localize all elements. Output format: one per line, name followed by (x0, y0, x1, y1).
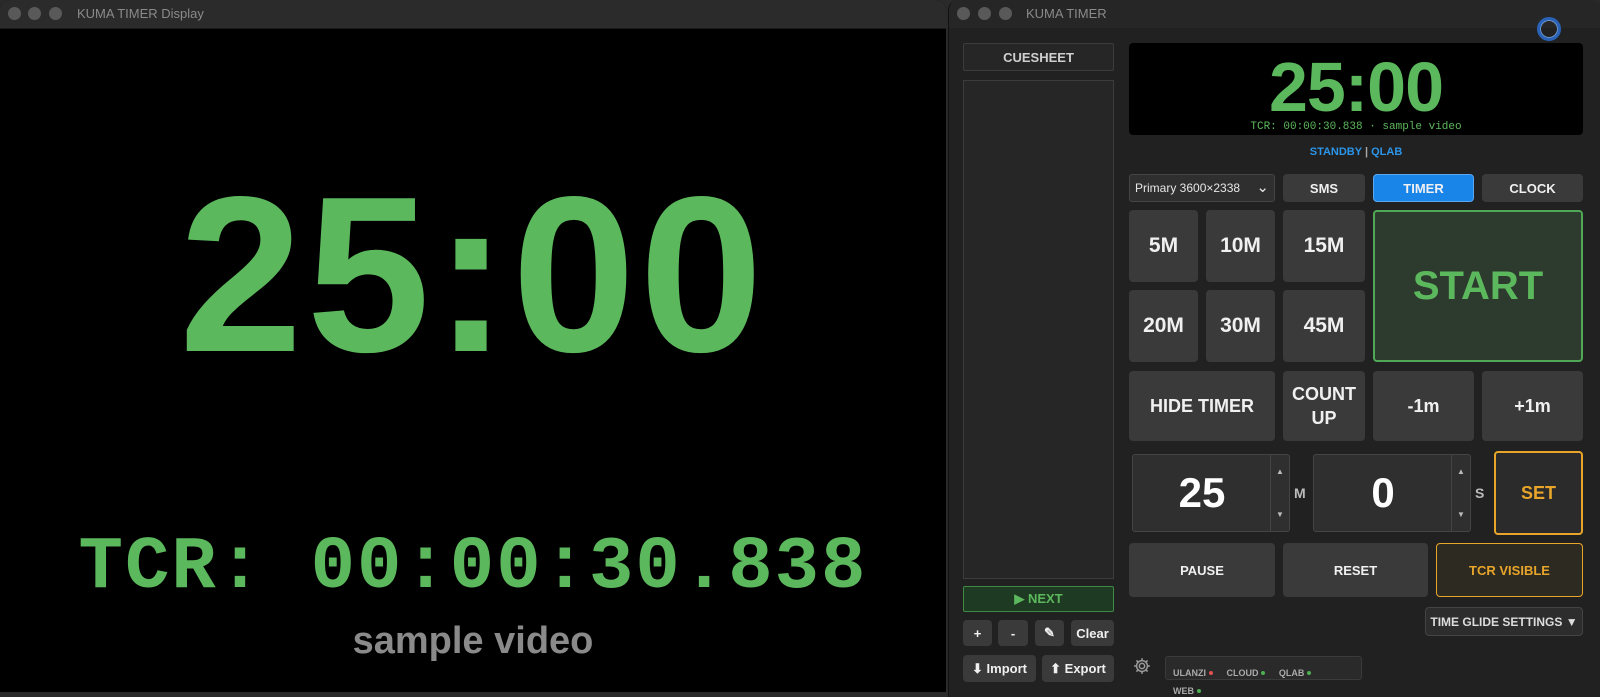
display-window: KUMA TIMER Display 25:00 TCR: 00:00:30.8… (0, 0, 946, 692)
minutes-stepper[interactable]: 25 ▲ ▼ (1132, 454, 1290, 532)
reset-button[interactable]: RESET (1283, 543, 1428, 597)
display-select[interactable]: Primary 3600×2338 ⌄ (1129, 174, 1275, 202)
status-line: STANDBY | QLAB (1129, 146, 1583, 158)
preset-30m-button[interactable]: 30M (1206, 290, 1275, 362)
start-button[interactable]: START (1373, 210, 1583, 362)
plus-1m-button[interactable]: +1m (1482, 371, 1583, 441)
status-separator: | (1364, 146, 1369, 158)
seconds-unit: S (1475, 485, 1485, 501)
preset-20m-button[interactable]: 20M (1129, 290, 1198, 362)
qlab-status: QLAB (1371, 146, 1403, 158)
clear-cues-button[interactable]: Clear (1071, 620, 1114, 646)
minimize-window-button[interactable] (28, 7, 41, 20)
minimize-window-button[interactable] (978, 7, 991, 20)
seconds-input[interactable]: 0 (1314, 455, 1452, 531)
status-dot-icon (1197, 689, 1201, 693)
mode-sms-button[interactable]: SMS (1283, 174, 1365, 202)
status-dot-icon (1307, 671, 1312, 675)
preset-45m-button[interactable]: 45M (1283, 290, 1365, 362)
pause-button[interactable]: PAUSE (1129, 543, 1275, 597)
preview-tcr: TCR: 00:00:30.838 · sample video (1250, 121, 1462, 133)
gear-icon[interactable] (1132, 656, 1154, 678)
import-button[interactable]: ⬇ Import (963, 655, 1036, 682)
chevron-down-icon: ⌄ (1256, 179, 1269, 196)
status-dot-icon (1261, 671, 1266, 675)
connection-web: WEB (1173, 686, 1201, 696)
next-cue-button[interactable]: ▶ NEXT (963, 586, 1114, 612)
connection-cloud: CLOUD (1226, 668, 1266, 678)
standby-status: STANDBY (1309, 146, 1362, 158)
minutes-input[interactable]: 25 (1133, 455, 1271, 531)
connection-status-bar: ULANZI CLOUD QLAB WEB (1165, 656, 1362, 696)
minus-1m-button[interactable]: -1m (1373, 371, 1474, 441)
edit-cue-button[interactable]: ✎ (1035, 620, 1064, 646)
tcr-display: TCR: 00:00:30.838 (78, 526, 868, 610)
control-titlebar: KUMA TIMER (949, 0, 1600, 28)
count-up-button[interactable]: COUNT UP (1283, 371, 1365, 441)
mode-clock-button[interactable]: CLOCK (1482, 174, 1583, 202)
zoom-window-button[interactable] (49, 7, 62, 20)
control-window: KUMA TIMER CUESHEET ▶ NEXT + - ✎ Clear ⬇… (948, 0, 1600, 697)
remove-cue-button[interactable]: - (998, 620, 1028, 646)
seconds-stepper[interactable]: 0 ▲ ▼ (1313, 454, 1471, 532)
arrow-down-icon[interactable]: ▼ (1271, 510, 1289, 519)
time-glide-settings-button[interactable]: TIME GLIDE SETTINGS ▼ (1425, 607, 1583, 636)
mode-timer-button[interactable]: TIMER (1373, 174, 1474, 202)
cuesheet-list[interactable] (963, 80, 1114, 579)
countdown-display: 25:00 (179, 151, 767, 399)
hide-timer-button[interactable]: HIDE TIMER (1129, 371, 1275, 441)
connection-qlab: QLAB (1279, 668, 1312, 678)
cuesheet-header[interactable]: CUESHEET (963, 43, 1114, 71)
export-button[interactable]: ⬆ Export (1042, 655, 1114, 682)
arrow-up-icon[interactable]: ▲ (1452, 467, 1470, 476)
seconds-arrows[interactable]: ▲ ▼ (1451, 455, 1470, 531)
tcr-visible-button[interactable]: TCR VISIBLE (1436, 543, 1583, 597)
preview-monitor: 25:00 TCR: 00:00:30.838 · sample video (1129, 43, 1583, 135)
arrow-up-icon[interactable]: ▲ (1271, 467, 1289, 476)
preset-15m-button[interactable]: 15M (1283, 210, 1365, 282)
display-select-value: Primary 3600×2338 (1135, 181, 1241, 195)
control-window-title: KUMA TIMER (1026, 6, 1107, 21)
preset-10m-button[interactable]: 10M (1206, 210, 1275, 282)
preset-5m-button[interactable]: 5M (1129, 210, 1198, 282)
display-titlebar: KUMA TIMER Display (0, 0, 946, 29)
loading-ring-icon (1537, 17, 1561, 41)
status-dot-icon (1209, 671, 1213, 675)
display-window-title: KUMA TIMER Display (77, 6, 204, 21)
preview-time: 25:00 (1268, 48, 1444, 126)
set-button[interactable]: SET (1494, 451, 1583, 535)
minutes-unit: M (1294, 485, 1306, 501)
close-window-button[interactable] (8, 7, 21, 20)
add-cue-button[interactable]: + (963, 620, 992, 646)
minutes-arrows[interactable]: ▲ ▼ (1270, 455, 1289, 531)
zoom-window-button[interactable] (999, 7, 1012, 20)
close-window-button[interactable] (957, 7, 970, 20)
media-label: sample video (352, 620, 594, 662)
arrow-down-icon[interactable]: ▼ (1452, 510, 1470, 519)
connection-ulanzi: ULANZI (1173, 668, 1213, 678)
